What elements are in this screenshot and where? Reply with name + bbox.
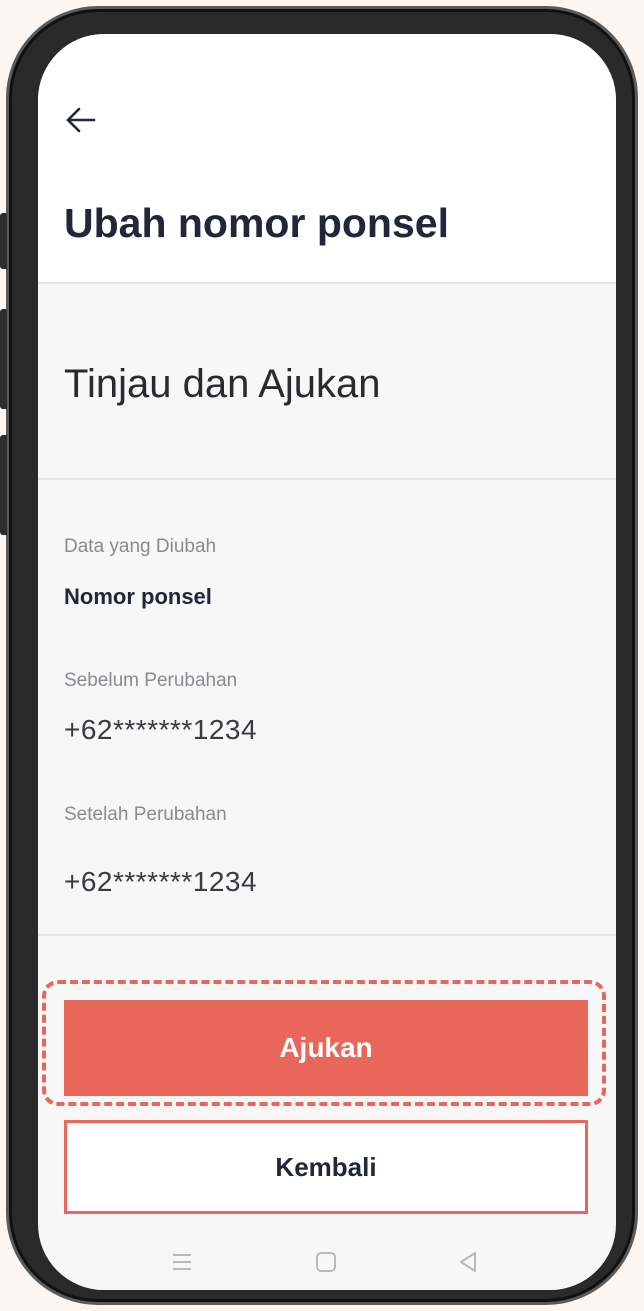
- review-section-header: Tinjau dan Ajukan: [38, 284, 616, 480]
- phone-side-button: [0, 435, 7, 535]
- page-title: Ubah nomor ponsel: [64, 200, 449, 246]
- home-icon[interactable]: [312, 1248, 340, 1276]
- system-navigation-bar: [38, 1234, 616, 1290]
- app-screen: Ubah nomor ponsel Tinjau dan Ajukan Data…: [38, 34, 616, 1290]
- section-title: Tinjau dan Ajukan: [64, 362, 381, 406]
- before-change-label: Sebelum Perubahan: [64, 670, 238, 691]
- phone-side-button: [0, 309, 7, 409]
- page-header: Ubah nomor ponsel: [38, 34, 616, 284]
- before-change-value: +62*******1234: [64, 714, 258, 745]
- back-button[interactable]: [62, 100, 102, 140]
- back-triangle-icon[interactable]: [454, 1248, 482, 1276]
- phone-side-button: [0, 213, 7, 269]
- arrow-left-icon: [62, 100, 102, 140]
- submit-button[interactable]: Ajukan: [64, 1000, 588, 1096]
- after-change-value: +62*******1234: [64, 866, 258, 897]
- back-text-button[interactable]: Kembali: [64, 1120, 588, 1214]
- divider: [38, 934, 616, 936]
- menu-icon[interactable]: [168, 1248, 196, 1276]
- after-change-label: Setelah Perubahan: [64, 804, 227, 825]
- changed-data-value: Nomor ponsel: [64, 584, 212, 609]
- changed-data-label: Data yang Diubah: [64, 536, 217, 557]
